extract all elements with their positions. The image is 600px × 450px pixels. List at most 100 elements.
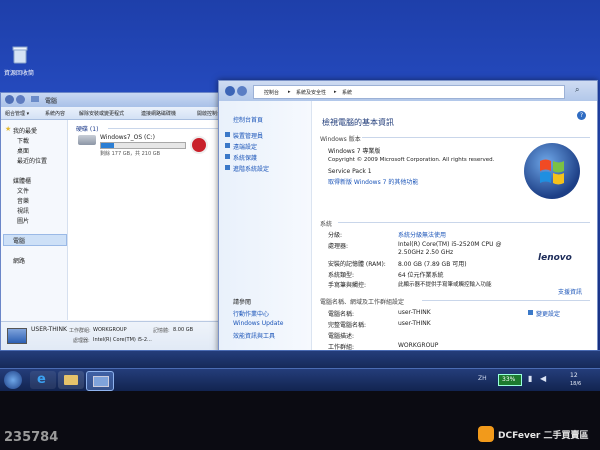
taskbar [0,350,600,368]
shield-icon [225,154,230,159]
forward-button[interactable] [237,86,247,96]
breadcrumb-system[interactable]: 系統 [342,89,352,96]
monitor-icon [7,328,27,344]
uninstall-button[interactable]: 解除安裝或變更程式 [79,110,124,117]
ram-value: 8.00 GB (7.89 GB 可用) [398,261,467,268]
signal-icon[interactable]: ▮ [528,374,532,383]
breadcrumb-system-security[interactable]: 系統及安全性 [296,89,326,96]
link-windows-update[interactable]: Windows Update [233,320,283,327]
system-task-pane: 控制台首頁 裝置管理員 遠端設定 系統保護 進階系統設定 請參閱 行動作業中心 … [219,101,312,353]
computer-divider [422,300,590,301]
change-settings-link[interactable]: 變更設定 [536,309,560,318]
drives-group-header[interactable]: 硬碟 (1) [76,124,98,133]
start-button[interactable] [4,371,22,389]
search-icon[interactable]: ⌕ [575,85,579,95]
service-pack: Service Pack 1 [328,168,372,175]
see-also-heading: 請參閱 [233,299,252,306]
link-advanced-settings[interactable]: 進階系統設定 [233,164,269,173]
internet-explorer-icon: e [37,372,46,387]
monitor-icon [93,376,109,387]
computer-description-label: 電腦描述: [328,333,355,340]
details-workgroup-label: 工作群組: [69,328,91,334]
clock-date[interactable]: 18/6 [570,381,581,387]
processor-label: 處理器: [328,243,349,250]
details-memory-label: 記憶體: [153,328,170,334]
explorer-address[interactable]: 電腦 [45,96,57,105]
listing-id-watermark: 235784 [4,430,59,445]
workgroup-value: WORKGROUP [398,342,439,349]
link-control-panel-home[interactable]: 控制台首頁 [233,115,263,124]
file-explorer-button[interactable] [58,371,84,389]
recycle-bin-label: 資源回收筒 [4,70,35,77]
link-performance-tools[interactable]: 效能資訊與工具 [233,331,275,340]
computer-section-heading: 電腦名稱、網域及工作群組設定 [320,299,405,306]
nav-documents[interactable]: 文件 [17,186,29,195]
nav-computer[interactable]: 電腦 [13,236,25,245]
system-window-button[interactable] [86,371,114,391]
organize-button[interactable]: 組合管理 ▾ [5,110,29,117]
clock-time[interactable]: 12 [570,372,578,379]
system-content: ? 檢視電腦的基本資訊 Windows 版本 Windows 7 專業版 Cop… [312,101,597,353]
breadcrumb: 控制台 ▸ 系統及安全性 ▸ 系統 [253,85,565,99]
shield-icon [528,310,533,315]
support-info-link[interactable]: 支援資訊 [558,287,582,296]
system-window: 控制台 ▸ 系統及安全性 ▸ 系統 ⌕ 控制台首頁 裝置管理員 遠端設定 系統保… [218,80,598,354]
back-button[interactable] [5,95,14,104]
language-indicator[interactable]: ZH [478,375,487,382]
help-icon[interactable]: ? [577,111,586,120]
full-computer-name-value: user-THINK [398,320,431,327]
link-action-center[interactable]: 行動作業中心 [233,309,269,318]
drive-free-space: 剩餘 177 GB，共 210 GB [100,151,161,157]
edition-name: Windows 7 專業版 [328,148,381,155]
system-address-bar: 控制台 ▸ 系統及安全性 ▸ 系統 ⌕ [219,81,597,101]
processor-value: Intel(R) Core(TM) i5-2520M CPU @ 2.50GHz… [398,241,502,256]
nav-recent[interactable]: 最近的位置 [17,156,47,165]
upgrade-link[interactable]: 取得新版 Windows 7 的其他功能 [328,177,418,186]
explorer-toolbar: 組合管理 ▾ 系統內容 解除安裝或變更程式 連接網路磁碟機 開啟控制台 [1,107,251,120]
volume-icon[interactable]: ◀ [540,374,546,383]
rating-value[interactable]: 系統分級無法使用 [398,230,446,239]
nav-videos[interactable]: 視訊 [17,206,29,215]
desktop: 資源回收筒 電腦 組合管理 ▾ 系統內容 解除安裝或變更程式 連接網路磁碟機 開… [0,0,600,368]
system-properties-button[interactable]: 系統內容 [45,110,65,117]
star-icon: ★ [5,125,12,133]
windows-logo-icon [524,143,580,199]
chevron-right-icon: ▸ [334,89,337,95]
rating-label: 分級: [328,232,343,239]
recycle-bin-icon[interactable] [12,46,28,64]
edition-divider [362,137,590,138]
link-device-manager[interactable]: 裝置管理員 [233,131,263,140]
computer-name-label: 電腦名稱: [328,311,355,318]
explorer-nav-pane: ★ 我的最愛 下載 桌面 最近的位置 媒體櫃 文件 音樂 視訊 圖片 電腦 網路 [1,120,68,320]
nav-favorites[interactable]: 我的最愛 [13,126,37,135]
system-type-value: 64 位元作業系統 [398,272,444,279]
site-watermark: DCFever 二手買賣區 [498,431,589,441]
chevron-right-icon: ▸ [288,89,291,95]
internet-explorer-button[interactable]: e [30,371,56,389]
drive-usage-fill [101,143,115,148]
map-network-drive-button[interactable]: 連接網路磁碟機 [141,110,176,117]
battery-indicator[interactable]: 33% [498,374,522,386]
nav-pictures[interactable]: 圖片 [17,216,29,225]
nav-network[interactable]: 網路 [13,256,25,265]
system-section-heading: 系統 [320,221,333,228]
back-button[interactable] [225,86,235,96]
breadcrumb-control-panel[interactable]: 控制台 [264,89,279,96]
details-processor: Intel(R) Core(TM) i5-2... [93,337,152,343]
link-remote-settings[interactable]: 遠端設定 [233,142,257,151]
computer-name-value: user-THINK [398,309,431,316]
explorer-address-bar: 電腦 [1,93,251,107]
details-workgroup: WORKGROUP [93,327,127,333]
drive-name[interactable]: Windows7_OS (C:) [100,134,155,141]
nav-desktop[interactable]: 桌面 [17,146,29,155]
explorer-window: 電腦 組合管理 ▾ 系統內容 解除安裝或變更程式 連接網路磁碟機 開啟控制台 ★… [0,92,252,362]
nav-downloads[interactable]: 下載 [17,136,29,145]
nav-libraries[interactable]: 媒體櫃 [13,176,31,185]
battery-percent: 33% [502,376,516,383]
pen-touch-value: 此顯示器不提供手寫筆或觸控輸入功能 [398,282,492,288]
forward-button[interactable] [16,95,25,104]
shield-icon [225,143,230,148]
shield-icon [225,132,230,137]
nav-music[interactable]: 音樂 [17,196,29,205]
link-system-protection[interactable]: 系統保護 [233,153,257,162]
